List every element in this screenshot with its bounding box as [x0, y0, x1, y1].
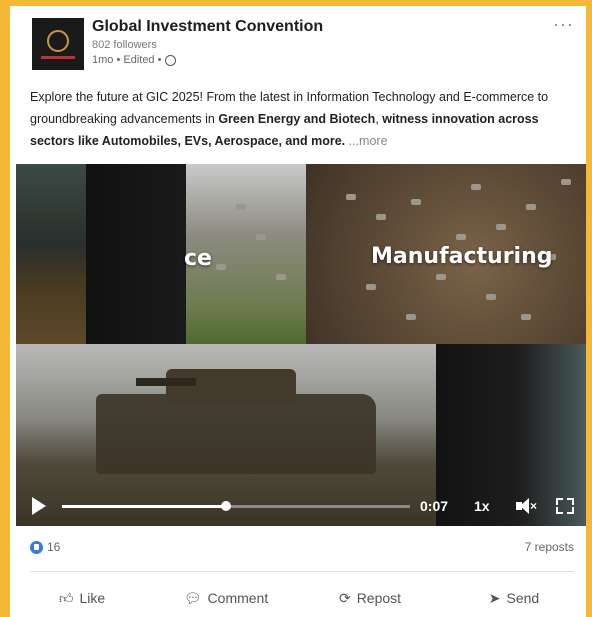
thumbs-up-icon: 👍︎ — [58, 589, 74, 606]
post-text-bold-1: Green Energy and Biotech — [218, 112, 376, 126]
company-logo[interactable] — [32, 18, 84, 70]
post-body: Explore the future at GIC 2025! From the… — [30, 86, 570, 152]
post-meta: 1mo • Edited • — [92, 54, 177, 66]
video-controls: 0:07 1x × — [16, 486, 586, 526]
send-button[interactable]: ➤ Send — [442, 582, 586, 614]
repost-button[interactable]: ⟳ Repost — [298, 582, 442, 614]
post-stats: 16 7 reposts — [30, 540, 574, 560]
play-icon[interactable] — [32, 497, 46, 515]
post-time: 1mo • Edited • — [92, 54, 162, 66]
tank-gun-shape — [136, 378, 196, 386]
fullscreen-icon[interactable] — [556, 498, 574, 514]
author-name[interactable]: Global Investment Convention — [92, 18, 323, 36]
follower-count: 802 followers — [92, 39, 157, 51]
reaction-count[interactable]: 16 — [47, 540, 60, 554]
video-progress-bar[interactable] — [62, 500, 410, 511]
logo-bar — [41, 55, 75, 59]
comment-icon: 💬︎ — [183, 589, 202, 606]
repost-count[interactable]: 7 reposts — [525, 540, 574, 554]
repost-icon: ⟳ — [338, 589, 351, 606]
more-options-icon[interactable]: ··· — [553, 14, 574, 35]
like-label: Like — [79, 590, 106, 606]
divider — [30, 571, 574, 572]
see-more-link[interactable]: ...more — [349, 134, 388, 148]
video-time: 0:07 — [420, 498, 449, 514]
repost-label: Repost — [356, 590, 402, 606]
tank-shape — [96, 394, 376, 474]
globe-icon — [165, 54, 177, 66]
like-reaction-icon[interactable] — [30, 541, 43, 555]
logo-ring-icon — [47, 29, 69, 52]
mute-icon[interactable]: × — [516, 498, 537, 514]
playback-speed-button[interactable]: 1x — [474, 498, 490, 514]
video-progress-knob[interactable] — [220, 500, 231, 511]
video-overlay-text-left: ce — [184, 246, 212, 271]
comment-button[interactable]: 💬︎ Comment — [154, 582, 298, 614]
send-label: Send — [506, 590, 540, 606]
video-overlay-text-right: Manufacturing — [371, 244, 553, 269]
tank-turret-shape — [166, 369, 296, 405]
action-bar: 👍︎ Like 💬︎ Comment ⟳ Repost ➤ Send — [10, 582, 586, 614]
video-player[interactable]: ce Manufacturing 0:07 1x × — [16, 164, 586, 526]
post-card: Global Investment Convention 802 followe… — [10, 6, 586, 617]
like-button[interactable]: 👍︎ Like — [10, 582, 154, 614]
video-progress-fill — [62, 504, 226, 508]
send-icon: ➤ — [488, 589, 501, 606]
comment-label: Comment — [207, 590, 269, 606]
video-frame-panel — [86, 164, 186, 344]
